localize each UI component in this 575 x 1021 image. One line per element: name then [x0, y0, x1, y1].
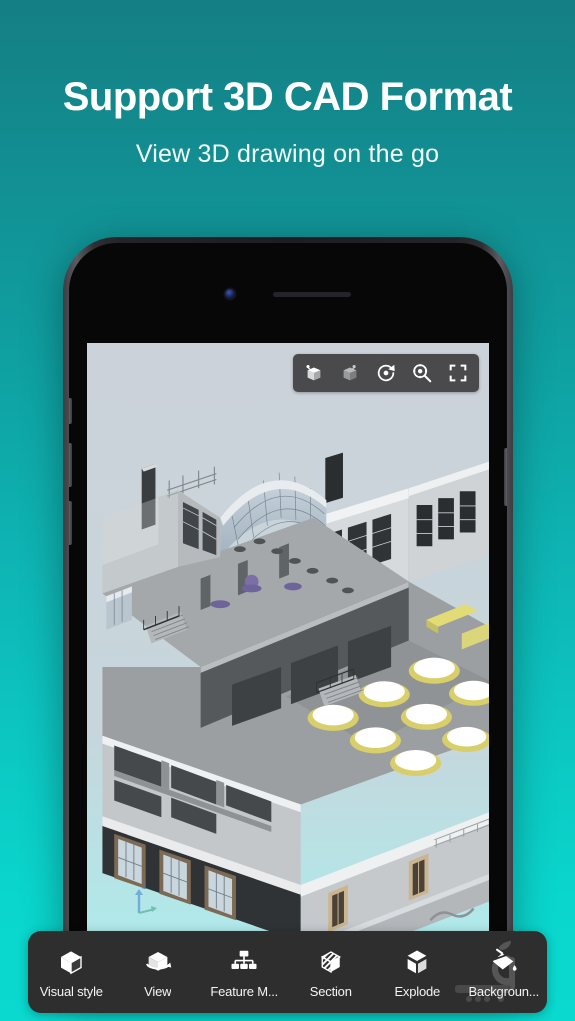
- volume-down-button[interactable]: [69, 501, 72, 545]
- orbit-tool-button[interactable]: [297, 359, 331, 387]
- toolbar-item-view[interactable]: View: [115, 931, 202, 1013]
- toolbar-label: Section: [309, 983, 352, 999]
- zoom-tool-button[interactable]: [405, 359, 439, 387]
- phone-mockup: Z: [63, 237, 513, 997]
- viewer-toolbar: [293, 354, 479, 392]
- rotate-tool-button[interactable]: [369, 359, 403, 387]
- cube-exploded-icon: [401, 946, 433, 978]
- toolbar-label: Feature M...: [210, 983, 279, 999]
- expand-fullscreen-icon: [449, 364, 467, 382]
- toolbar-item-visual-style[interactable]: Visual style: [28, 931, 115, 1013]
- earpiece-speaker-icon: [273, 291, 351, 297]
- hierarchy-tree-icon: [228, 946, 260, 978]
- toolbar-item-feature-manager[interactable]: Feature M...: [201, 931, 288, 1013]
- pan-tool-button[interactable]: [333, 359, 367, 387]
- cube-orbit-icon: [306, 365, 321, 381]
- paint-bucket-icon: [488, 946, 520, 978]
- hero-section: Support 3D CAD Format View 3D drawing on…: [0, 0, 575, 169]
- toolbar-label: Visual style: [39, 983, 103, 999]
- toolbar-label: View: [144, 983, 172, 999]
- page-subtitle: View 3D drawing on the go: [135, 140, 440, 168]
- volume-up-button[interactable]: [69, 443, 72, 487]
- silent-switch[interactable]: [69, 398, 72, 424]
- cube-rotate-icon: [142, 946, 174, 978]
- front-camera-icon: [225, 289, 235, 299]
- page-title: Support 3D CAD Format: [62, 75, 513, 119]
- cube-outline-icon: [55, 946, 87, 978]
- svg-text:Z: Z: [142, 884, 147, 891]
- cube-pan-icon: [343, 365, 357, 381]
- toolbar-item-background[interactable]: Backgroun...: [461, 931, 548, 1013]
- toolbar-label: Backgroun...: [468, 983, 540, 999]
- phone-screen: Z: [87, 343, 489, 991]
- toolbar-item-section[interactable]: Section: [288, 931, 375, 1013]
- rotate-refresh-icon: [377, 364, 395, 382]
- toolbar-label: Explode: [394, 983, 441, 999]
- fullscreen-tool-button[interactable]: [441, 359, 475, 387]
- magnifier-target-icon: [413, 364, 432, 383]
- phone-notch-area: [69, 289, 507, 299]
- phone-body: Z: [69, 243, 507, 991]
- toolbar-item-explode[interactable]: Explode: [374, 931, 461, 1013]
- ucs-axis-indicator: Z: [125, 879, 165, 919]
- app-bottom-toolbar: Visual style View Feature M... Section E…: [28, 931, 547, 1013]
- power-button[interactable]: [504, 448, 507, 506]
- cube-hatched-icon: [315, 946, 347, 978]
